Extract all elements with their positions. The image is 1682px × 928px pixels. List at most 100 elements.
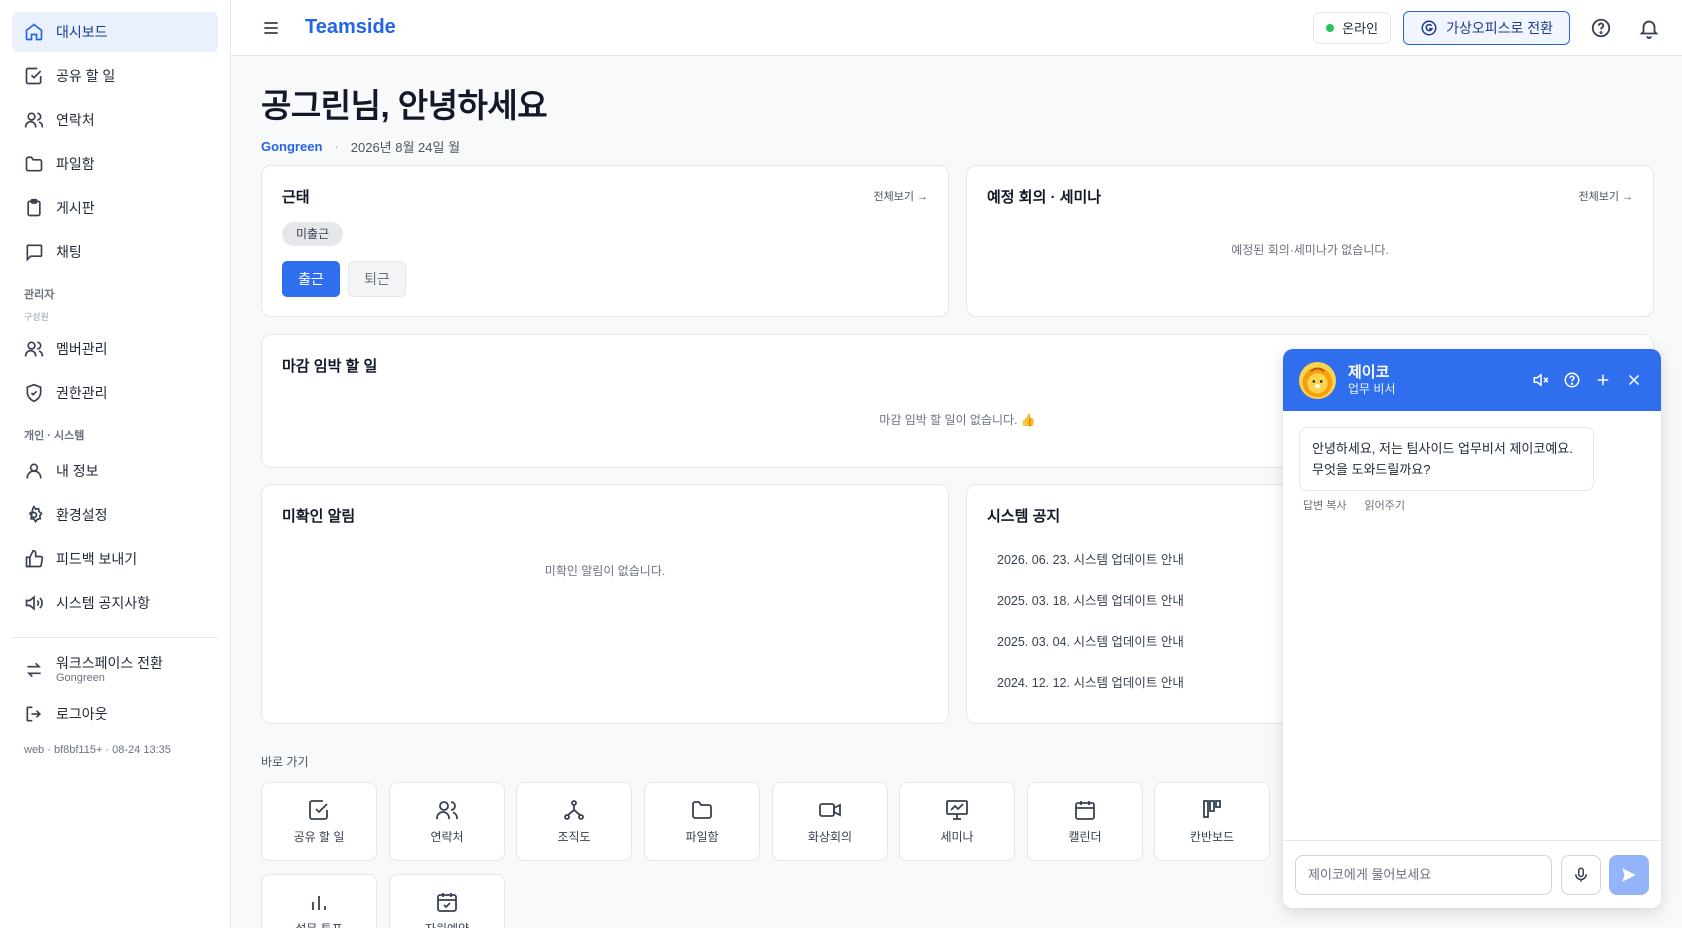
meetings-empty-message: 예정된 회의·세미나가 없습니다. — [1231, 243, 1389, 257]
sidebar-item-permissions[interactable]: 권한관리 — [12, 373, 218, 413]
assistant-chat-panel: 제이코 업무 비서 안녕하세요, 저는 팀사이드 업무비서 제이코예요. 무엇을… — [1283, 349, 1661, 908]
page-subtitle: Gongreen · 2026년 8월 24일 월 — [261, 137, 1654, 156]
quick-link-org-chart[interactable]: 조직도 — [516, 782, 632, 861]
meetings-title: 예정 회의 · 세미나 — [987, 189, 1102, 206]
org-name[interactable]: Gongreen — [261, 139, 322, 154]
read-aloud-button[interactable]: 읽어주기 — [1365, 497, 1405, 513]
menu-icon[interactable] — [261, 18, 281, 38]
notice-item[interactable]: 2025. 03. 18. 시스템 업데이트 안내 — [997, 590, 1184, 609]
sidebar-item-settings[interactable]: 환경설정 — [12, 495, 218, 535]
brand-logo[interactable]: Teamside — [305, 16, 396, 39]
unread-title: 미확인 알림 — [282, 508, 356, 525]
system-notices-title: 시스템 공지 — [987, 508, 1061, 525]
gear-icon — [28, 505, 43, 524]
sidebar-item-label: 게시판 — [56, 200, 95, 216]
sidebar-item-my-info[interactable]: 내 정보 — [12, 451, 218, 491]
admin-section-subtitle: 구성원 — [24, 312, 49, 322]
attendance-status-badge: 미출근 — [282, 222, 344, 246]
sidebar-item-label: 권한관리 — [56, 385, 108, 401]
quick-links-title: 바로 가기 — [261, 755, 309, 769]
sidebar: 대시보드 공유 할 일 연락처 파일함 게시판 채팅 관리자 구성원 멤버관리 … — [0, 0, 231, 928]
users-icon — [24, 112, 44, 128]
quick-link-label: 화상회의 — [807, 830, 853, 844]
check-in-button[interactable]: 출근 — [282, 261, 340, 297]
send-button[interactable] — [1609, 854, 1649, 895]
quick-link-calendar[interactable]: 캘린더 — [1027, 782, 1143, 861]
sidebar-item-dashboard[interactable]: 대시보드 — [12, 12, 218, 52]
status-badge[interactable]: 온라인 — [1313, 11, 1392, 44]
chat-header: 제이코 업무 비서 — [1283, 349, 1661, 411]
plus-icon[interactable] — [1594, 371, 1612, 389]
quick-link-video-meeting[interactable]: 화상회의 — [772, 782, 888, 861]
home-icon — [25, 23, 43, 41]
logout-icon — [26, 706, 42, 722]
g-logo-icon — [1421, 20, 1437, 35]
sidebar-item-label: 공유 할 일 — [56, 68, 116, 84]
sidebar-item-label: 파일함 — [56, 156, 95, 172]
quick-link-seminar[interactable]: 세미나 — [899, 782, 1015, 861]
quick-link-contacts[interactable]: 연락처 — [389, 782, 505, 861]
mute-icon[interactable] — [1532, 371, 1550, 389]
sidebar-item-chat[interactable]: 채팅 — [12, 232, 218, 272]
quick-link-label: 캘린더 — [1068, 830, 1102, 844]
help-icon[interactable] — [1590, 17, 1612, 39]
chat-input[interactable] — [1295, 854, 1552, 895]
sidebar-item-feedback[interactable]: 피드백 보내기 — [12, 539, 218, 579]
assistant-identity: 제이코 업무 비서 — [1348, 364, 1396, 396]
quick-link-shared-tasks[interactable]: 공유 할 일 — [261, 782, 377, 861]
quick-link-resource-booking[interactable]: 자원예약 — [389, 874, 505, 928]
quick-link-kanban[interactable]: 칸반보드 — [1154, 782, 1270, 861]
check-out-button[interactable]: 퇴근 — [348, 261, 406, 297]
assistant-role: 업무 비서 — [1348, 381, 1396, 396]
sidebar-item-label: 시스템 공지사항 — [56, 595, 151, 611]
sidebar-item-label: 내 정보 — [56, 463, 99, 479]
sidebar-item-label: 연락처 — [56, 112, 95, 128]
quick-link-files[interactable]: 파일함 — [644, 782, 760, 861]
assistant-message: 안녕하세요, 저는 팀사이드 업무비서 제이코예요. 무엇을 도와드릴까요? — [1299, 427, 1594, 491]
sidebar-item-contacts[interactable]: 연락처 — [12, 100, 218, 140]
sidebar-item-label: 대시보드 — [56, 24, 108, 40]
checkbox-icon — [309, 800, 328, 820]
attendance-view-all-link[interactable]: 전체보기 → — [873, 188, 928, 204]
quick-link-label: 세미나 — [940, 830, 974, 844]
admin-section-title: 관리자 — [24, 289, 55, 301]
sidebar-item-shared-tasks[interactable]: 공유 할 일 — [12, 56, 218, 96]
assistant-avatar — [1299, 361, 1336, 399]
sidebar-item-members[interactable]: 멤버관리 — [12, 329, 218, 369]
close-icon[interactable] — [1625, 371, 1643, 389]
presentation-icon — [946, 800, 968, 820]
personal-section-title: 개인 · 시스템 — [24, 430, 85, 442]
quick-link-label: 연락처 — [430, 830, 464, 844]
copy-answer-button[interactable]: 답변 복사 — [1303, 497, 1347, 513]
users-icon — [24, 341, 44, 357]
quick-link-survey[interactable]: 설문 투표 — [261, 874, 377, 928]
quick-link-label: 파일함 — [685, 830, 719, 844]
message-line: 무엇을 도와드릴까요? — [1312, 462, 1431, 477]
checkbox-icon — [25, 67, 42, 85]
sidebar-item-board[interactable]: 게시판 — [12, 188, 218, 228]
calendar-check-icon — [437, 893, 457, 912]
user-icon — [26, 463, 42, 479]
bell-icon[interactable] — [1638, 17, 1660, 39]
sidebar-item-label: 피드백 보내기 — [56, 551, 138, 567]
quick-link-label: 칸반보드 — [1189, 830, 1235, 844]
chat-icon — [26, 244, 43, 262]
meetings-view-all-link[interactable]: 전체보기 → — [1578, 188, 1633, 204]
sidebar-item-label: 멤버관리 — [56, 341, 108, 357]
shield-icon — [26, 383, 42, 403]
sidebar-item-files[interactable]: 파일함 — [12, 144, 218, 184]
notice-item[interactable]: 2024. 12. 12. 시스템 업데이트 안내 — [997, 672, 1184, 691]
notice-item[interactable]: 2026. 06. 23. 시스템 업데이트 안내 — [997, 549, 1184, 568]
meetings-card: 예정 회의 · 세미나 전체보기 → 예정된 회의·세미나가 없습니다. — [966, 165, 1654, 317]
help-icon[interactable] — [1563, 371, 1581, 389]
notice-item[interactable]: 2025. 03. 04. 시스템 업데이트 안내 — [997, 631, 1184, 650]
virtual-office-button[interactable]: 가상오피스로 전환 — [1403, 10, 1570, 45]
deadline-title: 마감 임박 할 일 — [282, 358, 378, 375]
microphone-button[interactable] — [1561, 854, 1601, 895]
workspace-switch[interactable]: 워크스페이스 전환 Gongreen — [12, 650, 218, 690]
logout-button[interactable]: 로그아웃 — [12, 694, 218, 734]
virtual-office-label: 가상오피스로 전환 — [1446, 19, 1553, 36]
logout-label: 로그아웃 — [56, 706, 108, 722]
sidebar-item-system-notices[interactable]: 시스템 공지사항 — [12, 583, 218, 623]
lion-mascot-icon — [1302, 367, 1333, 397]
